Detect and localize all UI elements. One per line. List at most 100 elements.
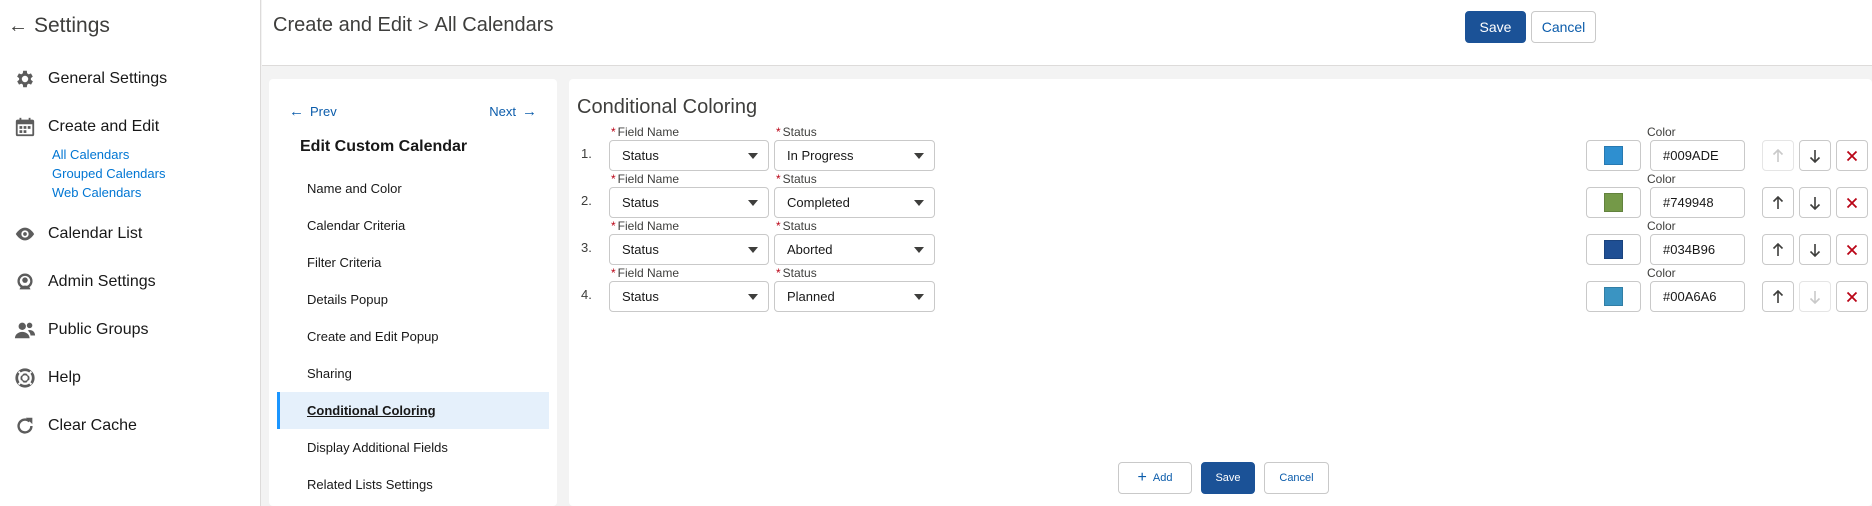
arrow-up-icon (1772, 242, 1784, 256)
refresh-icon (13, 414, 37, 438)
cancel-button[interactable]: Cancel (1264, 462, 1329, 494)
color-hex-input[interactable]: #00A6A6 (1650, 281, 1745, 312)
status-label-text: Status (782, 125, 817, 139)
nav-step-name-and-color[interactable]: Name and Color (277, 170, 549, 207)
field-name-label: * Field Name (611, 219, 679, 233)
sidebar-item-label: Calendar List (48, 225, 143, 242)
status-label: * Status (776, 172, 817, 186)
delete-rule-button[interactable] (1836, 281, 1868, 312)
sidebar-item-clear-cache[interactable]: Clear Cache (0, 402, 260, 450)
nav-title: Edit Custom Calendar (300, 138, 468, 155)
sidebar-item-public-groups[interactable]: Public Groups (0, 306, 260, 354)
sidebar-item-help[interactable]: Help (0, 354, 260, 402)
status-label: * Status (776, 266, 817, 280)
breadcrumb: Create and Edit > All Calendars (273, 14, 553, 37)
status-value: Completed (787, 195, 850, 210)
move-up-button[interactable] (1762, 281, 1794, 312)
chevron-down-icon (748, 153, 758, 159)
chevron-down-icon (914, 153, 924, 159)
field-name-label-text: Field Name (617, 125, 680, 139)
move-down-button[interactable] (1799, 281, 1831, 312)
field-name-value: Status (622, 195, 659, 210)
color-hex-value: #00A6A6 (1663, 289, 1717, 304)
required-marker: * (776, 125, 781, 139)
arrow-down-icon (1809, 196, 1821, 210)
required-marker: * (776, 219, 781, 233)
arrow-down-icon (1809, 243, 1821, 257)
back-arrow-icon[interactable]: ← (8, 15, 34, 38)
sidebar-item-label: Create and Edit (48, 118, 160, 135)
prev-button[interactable]: ← Prev (289, 103, 337, 120)
sublink-grouped-calendars[interactable]: Grouped Calendars (52, 164, 260, 183)
breadcrumb-separator-icon: > (417, 15, 429, 35)
close-icon (1846, 244, 1858, 255)
next-button[interactable]: Next → (489, 103, 537, 120)
help-lifebuoy-icon (13, 366, 37, 390)
sidebar-item-label: Clear Cache (48, 417, 137, 434)
create-edit-sublinks: All Calendars Grouped Calendars Web Cale… (0, 145, 260, 202)
field-name-label-text: Field Name (617, 172, 680, 186)
next-label: Next (489, 104, 516, 119)
color-label: Color (1647, 125, 1676, 139)
sidebar-header: ← Settings (0, 0, 260, 52)
nav-step-display-additional-fields[interactable]: Display Additional Fields (277, 429, 549, 466)
nav-step-filter-criteria[interactable]: Filter Criteria (277, 244, 549, 281)
section-title: Conditional Coloring (577, 96, 758, 118)
conditional-coloring-panel: Conditional Coloring 1. * Field Name Status… (569, 79, 1872, 506)
sublink-web-calendars[interactable]: Web Calendars (52, 183, 260, 202)
sublink-all-calendars[interactable]: All Calendars (52, 145, 260, 164)
status-label-text: Status (782, 219, 817, 233)
field-name-value: Status (622, 148, 659, 163)
required-marker: * (611, 219, 616, 233)
field-name-label-text: Field Name (617, 266, 680, 280)
required-marker: * (611, 125, 616, 139)
header-cancel-button[interactable]: Cancel (1531, 11, 1596, 43)
status-label: * Status (776, 125, 817, 139)
required-marker: * (776, 266, 781, 280)
sidebar-item-admin-settings[interactable]: Admin Settings (0, 258, 260, 306)
wizard-step-list: Name and Color Calendar Criteria Filter … (277, 170, 549, 503)
sidebar-item-calendar-list[interactable]: Calendar List (0, 210, 260, 258)
status-label: * Status (776, 219, 817, 233)
color-hex-value: #749948 (1663, 195, 1714, 210)
bottom-actions: + Add Save Cancel (569, 462, 1872, 494)
prev-next-controls: ← Prev Next → (289, 103, 537, 120)
row-number: 4. (581, 287, 592, 302)
field-name-select[interactable]: Status (609, 281, 769, 312)
plus-icon: + (1137, 469, 1147, 486)
page-header: Create and Edit > All Calendars (262, 0, 1872, 66)
wizard-nav-panel: ← Prev Next → Edit Custom Calendar Name … (269, 79, 557, 506)
color-hex-value: #009ADE (1663, 148, 1719, 163)
nav-step-sharing[interactable]: Sharing (277, 355, 549, 392)
nav-step-related-lists-settings[interactable]: Related Lists Settings (277, 466, 549, 503)
gear-icon (13, 67, 37, 91)
row-number: 1. (581, 146, 592, 161)
nav-step-conditional-coloring[interactable]: Conditional Coloring (277, 392, 549, 429)
nav-step-calendar-criteria[interactable]: Calendar Criteria (277, 207, 549, 244)
prev-label: Prev (310, 104, 337, 119)
nav-step-details-popup[interactable]: Details Popup (277, 281, 549, 318)
color-label: Color (1647, 219, 1676, 233)
sidebar-item-create-and-edit[interactable]: Create and Edit (0, 103, 260, 151)
status-value: In Progress (787, 148, 854, 163)
breadcrumb-parent[interactable]: Create and Edit (273, 14, 412, 37)
row-number: 2. (581, 193, 592, 208)
field-name-label: * Field Name (611, 172, 679, 186)
sidebar-item-general-settings[interactable]: General Settings (0, 55, 260, 103)
nav-step-create-edit-popup[interactable]: Create and Edit Popup (277, 318, 549, 355)
sidebar-item-label: General Settings (48, 70, 168, 87)
close-icon (1846, 150, 1858, 161)
color-hex-value: #034B96 (1663, 242, 1716, 257)
admin-user-icon (13, 270, 37, 294)
add-rule-button[interactable]: + Add (1118, 462, 1192, 494)
arrow-right-icon: → (522, 103, 537, 120)
status-value: Aborted (787, 242, 833, 257)
sidebar-item-label: Public Groups (48, 321, 149, 338)
color-swatch (1604, 193, 1623, 212)
color-label: Color (1647, 266, 1676, 280)
header-save-button[interactable]: Save (1465, 11, 1526, 43)
save-button[interactable]: Save (1201, 462, 1255, 494)
color-picker-button[interactable] (1586, 281, 1641, 312)
settings-sidebar: ← Settings General Settings Create and E… (0, 0, 261, 506)
status-select[interactable]: Planned (774, 281, 935, 312)
